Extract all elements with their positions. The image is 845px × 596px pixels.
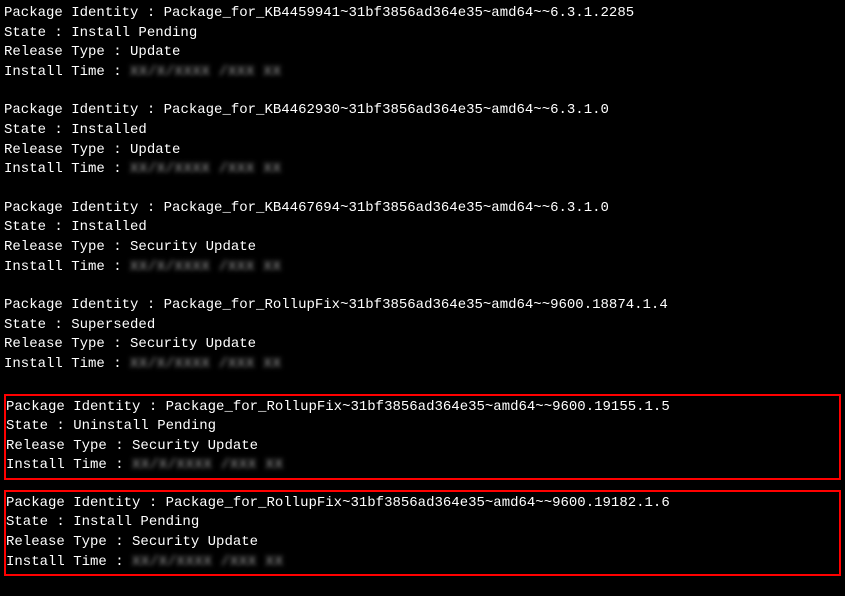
package-block: Package Identity : Package_for_RollupFix… — [4, 296, 841, 374]
package-identity-line: Package Identity : Package_for_KB4462930… — [4, 101, 841, 121]
install-time-line: Install Time : XX/X/XXXX /XXX XX — [6, 456, 839, 476]
install-time-value: XX/X/XXXX /XXX XX — [130, 356, 281, 372]
state-line: State : Install Pending — [6, 513, 839, 533]
state-value: Install Pending — [71, 25, 197, 41]
state-value: Install Pending — [73, 514, 199, 530]
release-type-label: Release Type : — [4, 44, 130, 60]
state-line: State : Install Pending — [4, 24, 841, 44]
state-value: Installed — [71, 219, 147, 235]
state-value: Installed — [71, 122, 147, 138]
install-time-label: Install Time : — [4, 64, 130, 80]
release-type-value: Security Update — [132, 438, 258, 454]
identity-value: Package_for_RollupFix~31bf3856ad364e35~a… — [166, 399, 670, 415]
release-type-value: Update — [130, 142, 180, 158]
install-time-line: Install Time : XX/X/XXXX /XXX XX — [4, 160, 841, 180]
install-time-label: Install Time : — [4, 259, 130, 275]
package-block: Package Identity : Package_for_KB4459941… — [4, 4, 841, 82]
state-line: State : Installed — [4, 121, 841, 141]
identity-label: Package Identity : — [6, 495, 166, 511]
install-time-value: XX/X/XXXX /XXX XX — [130, 161, 281, 177]
install-time-label: Install Time : — [4, 161, 130, 177]
identity-label: Package Identity : — [6, 399, 166, 415]
package-identity-line: Package Identity : Package_for_RollupFix… — [6, 398, 839, 418]
state-line: State : Superseded — [4, 316, 841, 336]
release-type-line: Release Type : Security Update — [4, 335, 841, 355]
install-time-line: Install Time : XX/X/XXXX /XXX XX — [4, 258, 841, 278]
identity-value: Package_for_KB4459941~31bf3856ad364e35~a… — [164, 5, 634, 21]
release-type-label: Release Type : — [6, 438, 132, 454]
state-label: State : — [4, 122, 71, 138]
state-line: State : Uninstall Pending — [6, 417, 839, 437]
identity-label: Package Identity : — [4, 297, 164, 313]
install-time-value: XX/X/XXXX /XXX XX — [132, 554, 283, 570]
identity-value: Package_for_KB4467694~31bf3856ad364e35~a… — [164, 200, 609, 216]
release-type-label: Release Type : — [6, 534, 132, 550]
package-block: Package Identity : Package_for_RollupFix… — [4, 394, 841, 480]
state-label: State : — [4, 317, 71, 333]
install-time-value: XX/X/XXXX /XXX XX — [132, 457, 283, 473]
install-time-line: Install Time : XX/X/XXXX /XXX XX — [6, 553, 839, 573]
identity-value: Package_for_RollupFix~31bf3856ad364e35~a… — [164, 297, 668, 313]
release-type-value: Security Update — [132, 534, 258, 550]
state-label: State : — [4, 219, 71, 235]
release-type-line: Release Type : Update — [4, 141, 841, 161]
identity-label: Package Identity : — [4, 102, 164, 118]
identity-label: Package Identity : — [4, 5, 164, 21]
release-type-line: Release Type : Security Update — [6, 533, 839, 553]
state-label: State : — [6, 514, 73, 530]
package-identity-line: Package Identity : Package_for_KB4467694… — [4, 199, 841, 219]
release-type-line: Release Type : Security Update — [6, 437, 839, 457]
release-type-line: Release Type : Update — [4, 43, 841, 63]
release-type-label: Release Type : — [4, 239, 130, 255]
release-type-value: Security Update — [130, 336, 256, 352]
release-type-line: Release Type : Security Update — [4, 238, 841, 258]
package-block: Package Identity : Package_for_KB4467694… — [4, 199, 841, 277]
install-time-line: Install Time : XX/X/XXXX /XXX XX — [4, 355, 841, 375]
identity-label: Package Identity : — [4, 200, 164, 216]
identity-value: Package_for_KB4462930~31bf3856ad364e35~a… — [164, 102, 609, 118]
state-label: State : — [4, 25, 71, 41]
package-identity-line: Package Identity : Package_for_KB4459941… — [4, 4, 841, 24]
release-type-label: Release Type : — [4, 336, 130, 352]
install-time-label: Install Time : — [6, 457, 132, 473]
install-time-label: Install Time : — [6, 554, 132, 570]
release-type-label: Release Type : — [4, 142, 130, 158]
install-time-label: Install Time : — [4, 356, 130, 372]
terminal-output: Package Identity : Package_for_KB4459941… — [4, 4, 841, 576]
identity-value: Package_for_RollupFix~31bf3856ad364e35~a… — [166, 495, 670, 511]
state-line: State : Installed — [4, 218, 841, 238]
package-block: Package Identity : Package_for_KB4462930… — [4, 101, 841, 179]
package-block: Package Identity : Package_for_RollupFix… — [4, 490, 841, 576]
release-type-value: Security Update — [130, 239, 256, 255]
install-time-value: XX/X/XXXX /XXX XX — [130, 259, 281, 275]
package-identity-line: Package Identity : Package_for_RollupFix… — [6, 494, 839, 514]
state-value: Superseded — [71, 317, 155, 333]
install-time-value: XX/X/XXXX /XXX XX — [130, 64, 281, 80]
state-label: State : — [6, 418, 73, 434]
state-value: Uninstall Pending — [73, 418, 216, 434]
release-type-value: Update — [130, 44, 180, 60]
install-time-line: Install Time : XX/X/XXXX /XXX XX — [4, 63, 841, 83]
package-identity-line: Package Identity : Package_for_RollupFix… — [4, 296, 841, 316]
